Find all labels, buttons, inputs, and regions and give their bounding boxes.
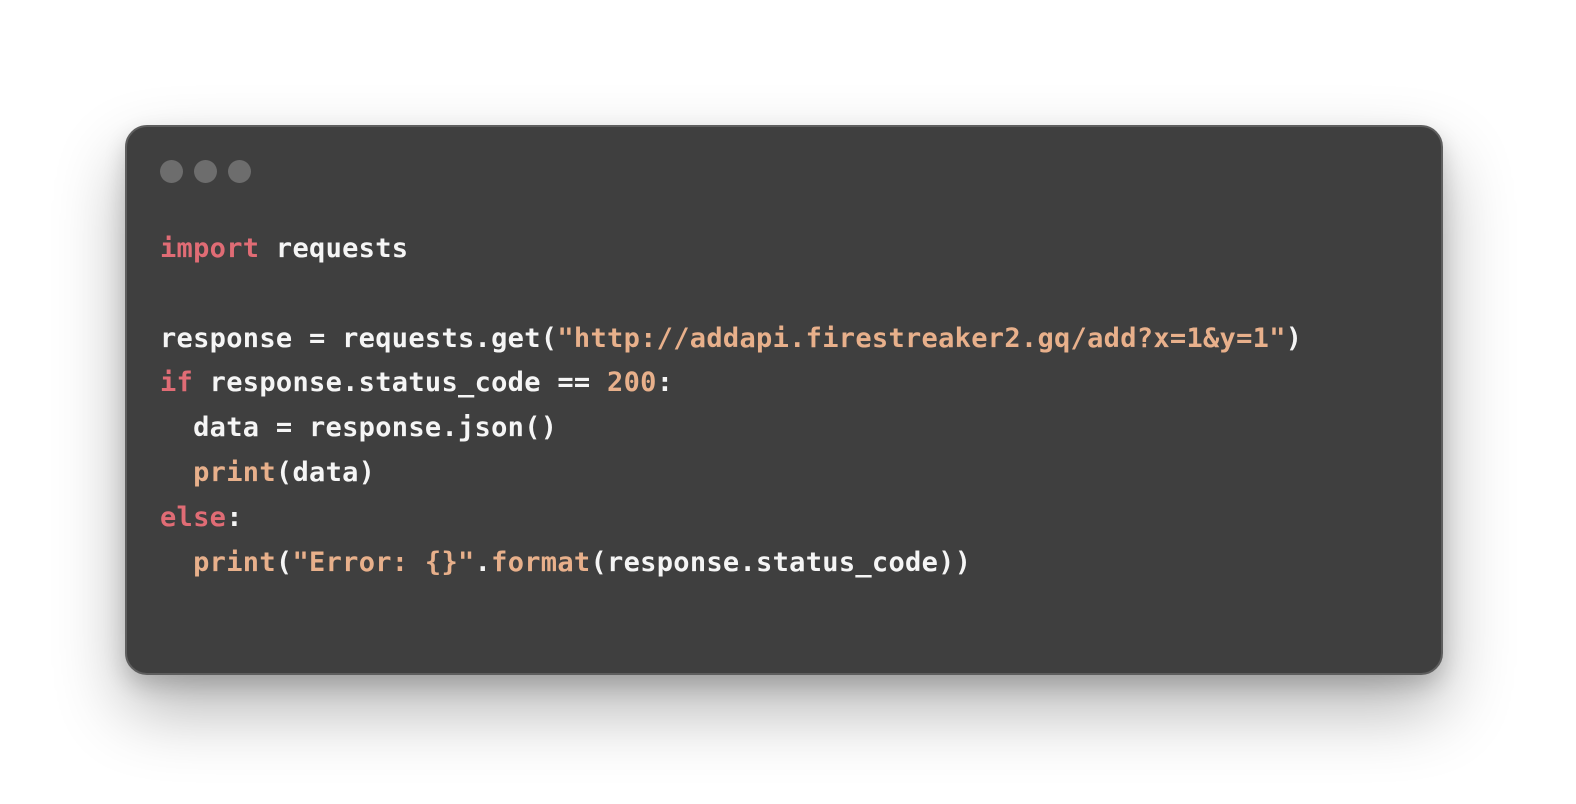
code-line-4: if response.status_code == 200: <box>160 361 1302 406</box>
code-text: . <box>474 546 492 578</box>
code-window: import requests response = requests.get("… <box>125 125 1443 675</box>
function-token: print <box>193 456 276 488</box>
close-dot-icon <box>160 160 183 183</box>
keyword-token: import <box>160 233 260 264</box>
code-line-1: import requests <box>160 227 1302 272</box>
code-line-6: print(data) <box>160 451 1302 496</box>
code-text: ) <box>1285 322 1303 354</box>
code-line-7: else: <box>160 496 1302 541</box>
function-token: print <box>193 546 276 578</box>
window-controls <box>160 160 251 183</box>
code-text: (data) <box>275 456 376 488</box>
code-text: data = response.json() <box>160 412 558 444</box>
minimize-dot-icon <box>194 160 217 183</box>
maximize-dot-icon <box>228 160 251 183</box>
string-token: "Error: {}" <box>292 546 475 578</box>
code-text: ( <box>275 546 293 578</box>
number-token: 200 <box>607 367 657 399</box>
code-line-8: print("Error: {}".format(response.status… <box>160 541 1302 586</box>
code-line-3: response = requests.get("http://addapi.f… <box>160 317 1302 362</box>
code-text: requests <box>259 233 409 264</box>
code-block: import requests response = requests.get("… <box>160 227 1302 585</box>
keyword-token: else <box>160 501 227 533</box>
code-line-5: data = response.json() <box>160 406 1302 451</box>
string-token: "http://addapi.firestreaker2.gq/add?x=1&… <box>557 322 1286 354</box>
code-text: : <box>226 501 243 533</box>
code-text: (response.status_code)) <box>590 546 972 578</box>
keyword-token: if <box>160 367 194 399</box>
code-text: : <box>656 367 674 399</box>
code-text: response = requests.get( <box>160 322 558 354</box>
code-text: response.status_code == <box>193 367 608 399</box>
function-token: format <box>491 546 591 578</box>
